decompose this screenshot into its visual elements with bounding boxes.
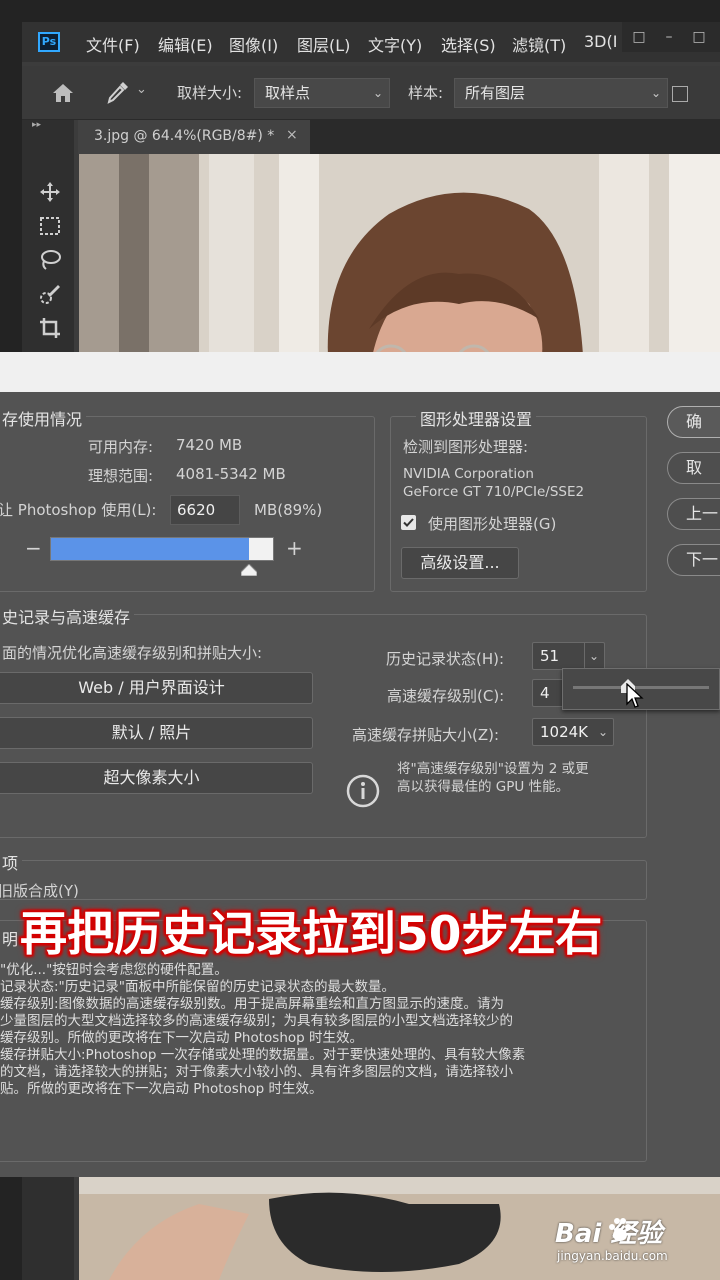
gpu-detected-label: 检测到图形处理器: xyxy=(403,438,529,456)
preferences-dialog: 存使用情况 可用内存: 7420 MB 理想范围: 4081-5342 MB 让… xyxy=(0,352,720,1177)
cache-tile-size-select[interactable]: 1024K ⌄ xyxy=(532,718,614,746)
menu-3d[interactable]: 3D(I xyxy=(584,32,617,51)
sample-size-select[interactable]: 取样点 ⌄ xyxy=(254,78,390,108)
window-restore-button[interactable]: □ xyxy=(626,26,652,48)
sample-size-label: 取样大小: xyxy=(177,84,243,102)
memory-usage-title: 存使用情况 xyxy=(0,406,87,430)
menu-edit[interactable]: 编辑(E) xyxy=(158,32,213,56)
increase-memory-button[interactable]: + xyxy=(286,536,303,560)
use-gpu-checkbox[interactable] xyxy=(401,515,416,530)
next-button[interactable]: 下一 xyxy=(667,544,720,576)
ideal-range-label: 理想范围: xyxy=(88,467,154,485)
description-title: 明 xyxy=(0,926,23,950)
chevron-down-icon: ⌄ xyxy=(597,725,608,739)
gpu-vendor: NVIDIA Corporation xyxy=(403,466,534,482)
menu-layer[interactable]: 图层(L) xyxy=(297,32,350,56)
history-states-select[interactable]: 51 ⌄ xyxy=(532,642,605,670)
window-controls: □ – □ xyxy=(622,22,720,52)
marquee-icon[interactable] xyxy=(38,214,62,238)
chevron-down-icon: ⌄ xyxy=(372,86,383,100)
history-states-value: 51 xyxy=(540,647,560,665)
gpu-settings-title: 图形处理器设置 xyxy=(416,406,537,430)
options-title: 项 xyxy=(0,850,23,874)
history-states-label: 历史记录状态(H): xyxy=(386,650,505,668)
memory-slider-thumb[interactable] xyxy=(241,564,257,576)
gpu-model: GeForce GT 710/PCIe/SSE2 xyxy=(403,484,585,500)
menu-select[interactable]: 选择(S) xyxy=(441,32,496,56)
quick-select-icon[interactable] xyxy=(38,282,62,306)
history-cache-title: 史记录与高速缓存 xyxy=(0,604,135,628)
dialog-titlebar xyxy=(0,352,720,392)
close-icon[interactable]: × xyxy=(286,127,298,143)
memory-use-unit: MB(89%) xyxy=(254,501,323,519)
photoshop-use-label: 让 Photoshop 使用(L): xyxy=(0,501,157,519)
mouse-cursor-icon xyxy=(626,683,644,708)
use-gpu-label: 使用图形处理器(G) xyxy=(428,515,557,533)
cache-tile-size-label: 高速缓存拼贴大小(Z): xyxy=(352,726,500,744)
available-memory-label: 可用内存: xyxy=(88,438,154,456)
window-minimize-button[interactable]: – xyxy=(656,26,682,48)
ideal-range-value: 4081-5342 MB xyxy=(176,465,286,483)
sample-checkbox[interactable] xyxy=(672,86,688,102)
info-icon xyxy=(346,774,380,808)
crop-icon[interactable] xyxy=(38,316,62,340)
sample-size-value: 取样点 xyxy=(265,84,311,102)
cache-tile-size-value: 1024K xyxy=(540,723,589,741)
memory-usage-slider[interactable] xyxy=(50,537,274,561)
available-memory-value: 7420 MB xyxy=(176,436,243,454)
document-tab-title: 3.jpg @ 64.4%(RGB/8#) * xyxy=(94,128,275,144)
options-group xyxy=(0,860,647,900)
huge-pixel-dimensions-button[interactable]: 超大像素大小 xyxy=(0,762,313,794)
memory-usage-fill xyxy=(51,538,249,560)
description-text: "优化..."按钮时会考虑您的硬件配置。 记录状态:"历史记录"面板中所能保留的… xyxy=(0,958,640,1118)
cancel-button[interactable]: 取 xyxy=(667,452,720,484)
sample-select[interactable]: 所有图层 ⌄ xyxy=(454,78,668,108)
web-ui-design-button[interactable]: Web / 用户界面设计 xyxy=(0,672,313,704)
description-line: 贴。所做的更改将在下一次启动 Photoshop 时生效。 xyxy=(0,1081,323,1097)
options-bar: ⌄ 取样大小: 取样点 ⌄ 样本: 所有图层 ⌄ xyxy=(22,66,720,120)
cache-levels-value: 4 xyxy=(540,684,550,702)
menu-image[interactable]: 图像(I) xyxy=(229,32,278,56)
cache-levels-slider-popup[interactable] xyxy=(562,668,720,710)
document-tab-bar: 3.jpg @ 64.4%(RGB/8#) * × xyxy=(78,120,720,154)
gpu-tip-line-1: 将"高速缓存级别"设置为 2 或更 xyxy=(397,761,589,777)
memory-use-input[interactable]: 6620 xyxy=(170,495,240,525)
menu-bar: Ps 文件(F) 编辑(E) 图像(I) 图层(L) 文字(Y) 选择(S) 滤… xyxy=(22,22,720,62)
chevron-down-icon[interactable]: ⌄ xyxy=(136,82,147,97)
ok-button[interactable]: 确 xyxy=(667,406,720,438)
sample-label: 样本: xyxy=(408,84,444,102)
checkmark-icon xyxy=(403,518,414,527)
menu-file[interactable]: 文件(F) xyxy=(86,32,140,56)
sample-value: 所有图层 xyxy=(465,84,526,102)
chevron-down-icon: ⌄ xyxy=(583,643,599,669)
collapse-icon[interactable]: ▸▸ xyxy=(32,120,41,130)
optimize-label: 面的情况优化高速缓存级别和拼贴大小: xyxy=(2,644,263,662)
home-icon[interactable] xyxy=(50,81,76,105)
baidu-watermark: Bai 经验 jingyan.baidu.com xyxy=(555,1213,715,1273)
paw-icon xyxy=(609,1218,631,1241)
window-maximize-button[interactable]: □ xyxy=(686,26,712,48)
document-tab[interactable]: 3.jpg @ 64.4%(RGB/8#) * × xyxy=(78,120,310,154)
menu-type[interactable]: 文字(Y) xyxy=(368,32,422,56)
gpu-tip-line-2: 高以获得最佳的 GPU 性能。 xyxy=(397,779,570,795)
eyedropper-icon[interactable] xyxy=(106,80,130,106)
default-photos-button[interactable]: 默认 / 照片 xyxy=(0,717,313,749)
decrease-memory-button[interactable]: − xyxy=(25,536,42,560)
watermark-url: jingyan.baidu.com xyxy=(557,1249,668,1263)
prev-button[interactable]: 上一 xyxy=(667,498,720,530)
photoshop-logo: Ps xyxy=(38,32,60,52)
menu-filter[interactable]: 滤镜(T) xyxy=(512,32,566,56)
video-caption: 再把历史记录拉到50步左右 xyxy=(20,907,603,962)
advanced-settings-button[interactable]: 高级设置... xyxy=(401,547,519,579)
move-icon[interactable] xyxy=(38,180,62,204)
chevron-down-icon: ⌄ xyxy=(650,86,661,100)
cache-levels-label: 高速缓存级别(C): xyxy=(387,687,505,705)
lasso-icon[interactable] xyxy=(38,248,62,272)
